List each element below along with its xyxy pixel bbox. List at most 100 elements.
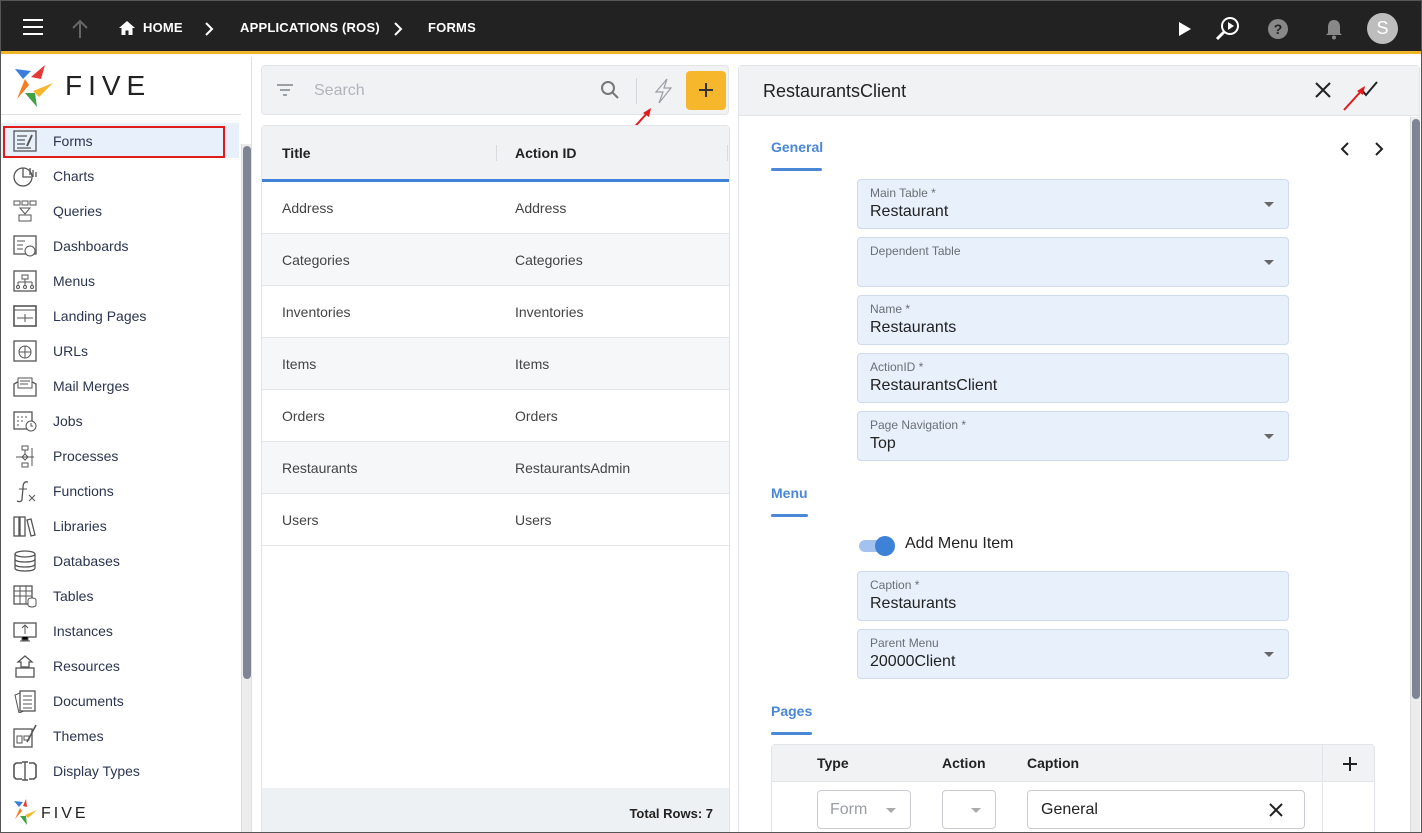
sidebar-item-label: Libraries xyxy=(53,517,107,534)
notifications-bell-icon[interactable] xyxy=(1325,18,1343,40)
sidebar-item-jobs[interactable]: Jobs xyxy=(1,403,239,438)
column-resizer[interactable] xyxy=(496,145,497,161)
search-input[interactable] xyxy=(314,78,594,104)
table-row[interactable]: Items Items xyxy=(262,338,729,390)
menu-caption-field[interactable]: Caption * Restaurants xyxy=(857,571,1289,621)
close-icon[interactable] xyxy=(1314,81,1332,99)
page-type-select[interactable]: Form xyxy=(817,790,911,829)
navigate-up-icon[interactable] xyxy=(71,18,89,40)
field-value: 20000Client xyxy=(870,653,956,670)
sidebar-item-instances[interactable]: Instances xyxy=(1,613,239,648)
search-debug-icon[interactable] xyxy=(1215,16,1241,42)
sidebar-item-themes[interactable]: Themes xyxy=(1,718,239,753)
page-caption-input[interactable]: General xyxy=(1027,790,1305,829)
divider xyxy=(1,114,241,115)
user-avatar[interactable]: S xyxy=(1367,13,1398,44)
search-icon[interactable] xyxy=(600,80,620,100)
sidebar-scrollbar[interactable] xyxy=(241,144,251,832)
cell-action-id: Address xyxy=(515,200,567,216)
add-menu-item-toggle[interactable] xyxy=(857,536,895,556)
sidebar-item-resources[interactable]: Resources xyxy=(1,648,239,683)
name-field[interactable]: Name * Restaurants xyxy=(857,295,1289,345)
cell-title: Inventories xyxy=(282,304,351,320)
plus-icon xyxy=(699,83,713,97)
section-menu[interactable]: Menu xyxy=(771,485,808,501)
svg-text:FIVE: FIVE xyxy=(41,805,89,822)
table-row[interactable]: Restaurants RestaurantsAdmin xyxy=(262,442,729,494)
form-header: RestaurantsClient xyxy=(739,66,1419,116)
sidebar-item-dashboards[interactable]: Dashboards xyxy=(1,228,239,263)
sidebar-item-functions[interactable]: Functions xyxy=(1,473,239,508)
dropdown-caret-icon xyxy=(1264,260,1274,265)
field-label: Name * xyxy=(870,302,911,316)
sidebar-item-landing-pages[interactable]: Landing Pages xyxy=(1,298,239,333)
sidebar-item-documents[interactable]: Documents xyxy=(1,683,239,718)
five-logo-small: FIVE xyxy=(14,799,89,825)
mail-merges-icon xyxy=(13,377,37,397)
page-navigation-select[interactable]: Page Navigation * Top xyxy=(857,411,1289,461)
column-header-caption: Caption xyxy=(1027,755,1080,771)
section-general[interactable]: General xyxy=(771,139,823,155)
sidebar-item-libraries[interactable]: Libraries xyxy=(1,508,239,543)
sidebar-item-forms[interactable]: Forms xyxy=(1,123,239,158)
cell-title: Users xyxy=(282,512,319,528)
sidebar-item-queries[interactable]: Queries xyxy=(1,193,239,228)
table-row[interactable]: Inventories Inventories xyxy=(262,286,729,338)
breadcrumb-forms[interactable]: FORMS xyxy=(428,20,476,35)
table-row[interactable]: Users Users xyxy=(262,494,729,546)
sidebar-item-label: Themes xyxy=(53,727,104,744)
filter-icon[interactable] xyxy=(276,83,294,97)
page-action-select[interactable] xyxy=(942,790,996,829)
lightning-wizard-icon[interactable] xyxy=(652,78,674,104)
toggle-knob xyxy=(875,536,895,556)
main-table-select[interactable]: Main Table * Restaurant xyxy=(857,179,1289,229)
chevron-right-icon xyxy=(205,22,214,36)
table-row[interactable]: Address Address xyxy=(262,182,729,234)
scrollbar-thumb[interactable] xyxy=(243,146,251,679)
scrollbar-thumb[interactable] xyxy=(1412,119,1420,699)
sidebar-item-urls[interactable]: URLs xyxy=(1,333,239,368)
add-form-button[interactable] xyxy=(686,71,726,110)
sidebar-item-tables[interactable]: Tables xyxy=(1,578,239,613)
sidebar-item-databases[interactable]: Databases xyxy=(1,543,239,578)
parent-menu-select[interactable]: Parent Menu 20000Client xyxy=(857,629,1289,679)
clear-icon[interactable] xyxy=(1268,802,1284,818)
forms-list-table: Title Action ID Address Address Categories… xyxy=(261,125,730,832)
cell-title: Address xyxy=(282,200,334,216)
add-page-button[interactable] xyxy=(1322,745,1374,782)
field-label: Parent Menu xyxy=(870,636,939,650)
home-icon[interactable] xyxy=(118,20,136,36)
field-label: Main Table * xyxy=(870,186,936,200)
save-checkmark-icon[interactable] xyxy=(1359,80,1379,98)
chevron-right-icon[interactable] xyxy=(1373,141,1385,157)
sidebar-item-processes[interactable]: Processes xyxy=(1,438,239,473)
table-row[interactable]: Categories Categories xyxy=(262,234,729,286)
total-rows: Total Rows: 7 xyxy=(629,806,713,821)
column-resizer[interactable] xyxy=(727,145,728,161)
form-scrollbar[interactable] xyxy=(1410,117,1420,832)
play-icon[interactable] xyxy=(1178,21,1192,37)
section-pages[interactable]: Pages xyxy=(771,703,812,719)
action-id-field[interactable]: ActionID * RestaurantsClient xyxy=(857,353,1289,403)
sidebar-item-charts[interactable]: Charts xyxy=(1,158,239,193)
menu-icon[interactable] xyxy=(23,19,43,35)
add-menu-item-label: Add Menu Item xyxy=(905,535,1014,552)
breadcrumb-home[interactable]: HOME xyxy=(143,20,183,35)
sidebar-item-display-types[interactable]: Display Types xyxy=(1,753,239,788)
svg-text:FIVE: FIVE xyxy=(65,70,151,101)
sidebar-item-menus[interactable]: Menus xyxy=(1,263,239,298)
chevron-left-icon[interactable] xyxy=(1339,141,1351,157)
help-icon[interactable]: ? xyxy=(1267,18,1289,40)
column-header-action-id[interactable]: Action ID xyxy=(515,145,576,161)
field-label: Dependent Table xyxy=(870,244,961,258)
column-header-title[interactable]: Title xyxy=(282,145,311,161)
form-title: RestaurantsClient xyxy=(763,81,907,101)
dropdown-caret-icon xyxy=(1264,652,1274,657)
sidebar-item-mail-merges[interactable]: Mail Merges xyxy=(1,368,239,403)
table-footer: Total Rows: 7 xyxy=(262,788,729,832)
sidebar-item-label: URLs xyxy=(53,342,89,359)
table-row[interactable]: Orders Orders xyxy=(262,390,729,442)
breadcrumb-applications[interactable]: APPLICATIONS (ROS) xyxy=(240,20,380,35)
forms-icon xyxy=(13,130,37,152)
dependent-table-select[interactable]: Dependent Table xyxy=(857,237,1289,287)
